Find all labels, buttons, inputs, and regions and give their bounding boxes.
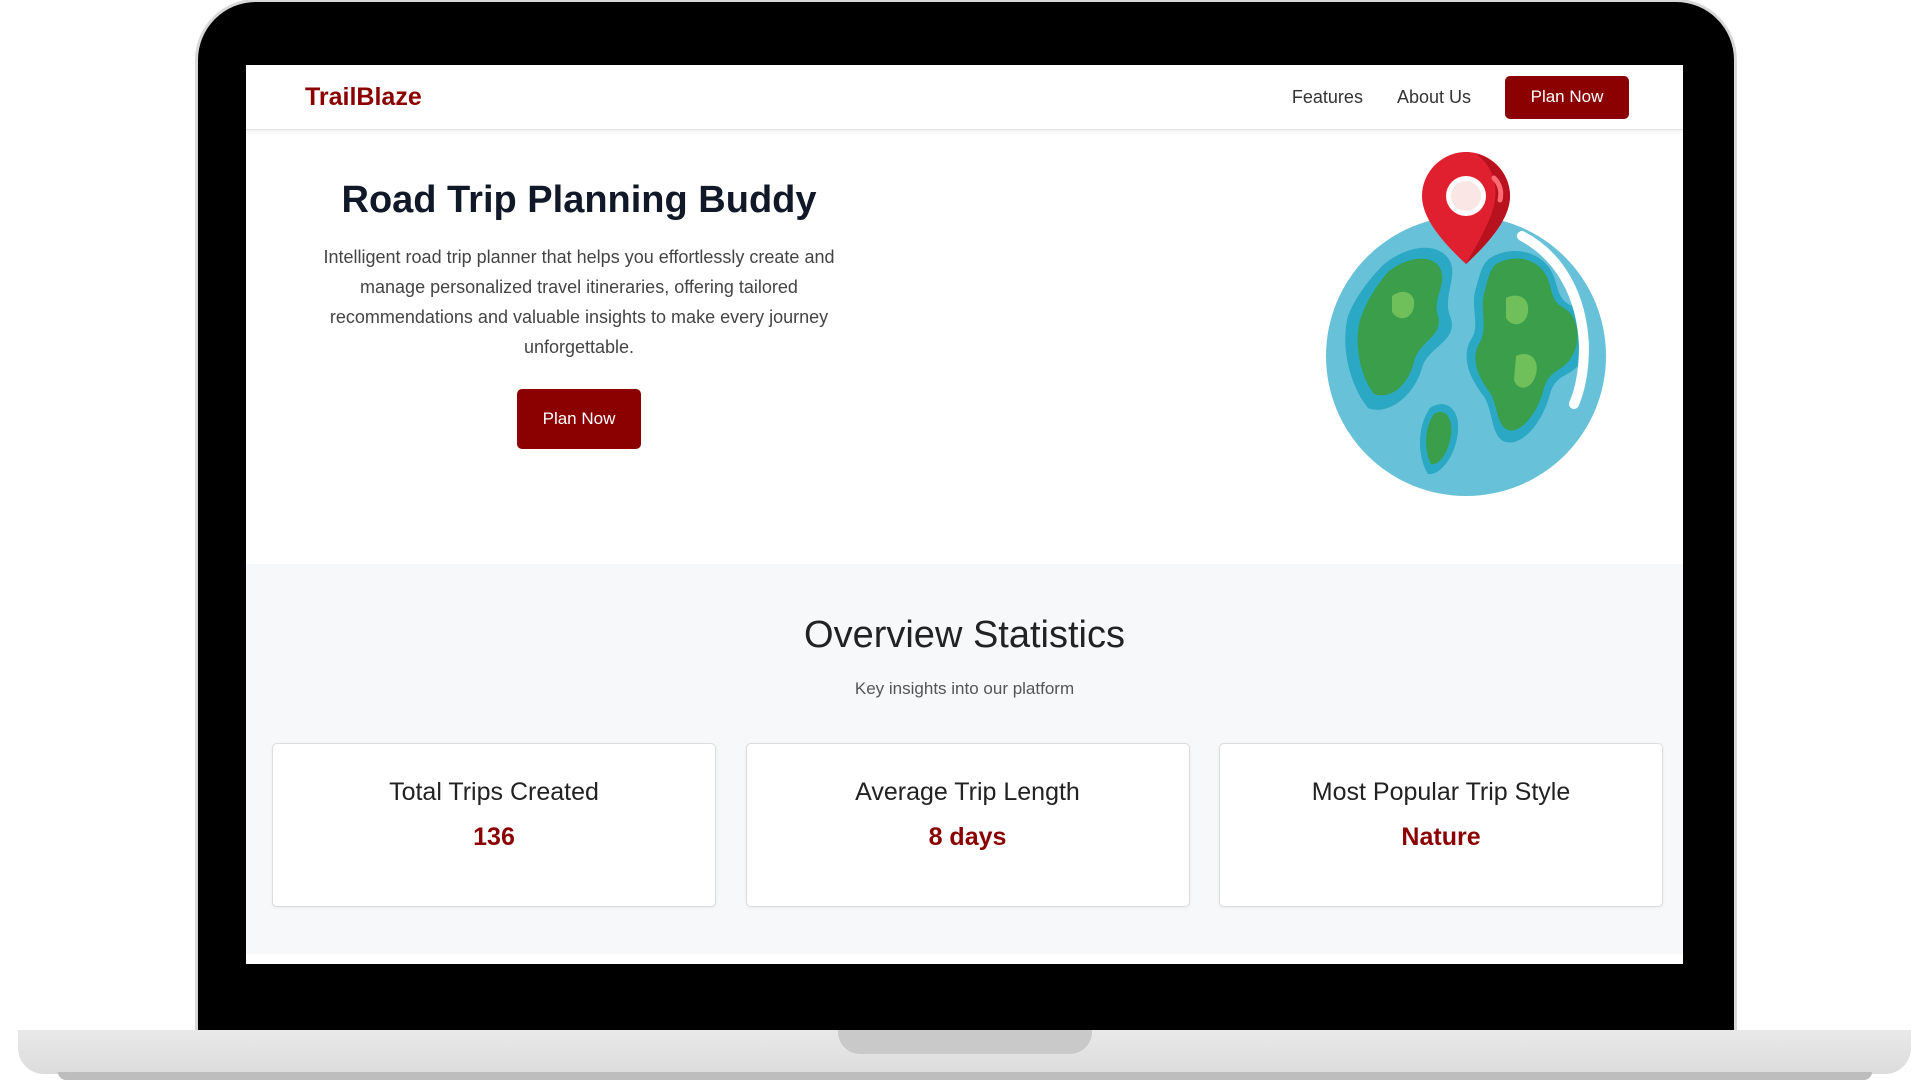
hero-plan-now-button[interactable]: Plan Now	[517, 389, 641, 449]
overview-statistics-section: Overview Statistics Key insights into ou…	[246, 564, 1683, 954]
brand-logo[interactable]: TrailBlaze	[305, 83, 422, 112]
stat-value: 8 days	[928, 823, 1007, 851]
stat-label: Total Trips Created	[389, 778, 599, 806]
stat-card-total-trips: Total Trips Created 136	[272, 743, 716, 907]
stat-label: Most Popular Trip Style	[1311, 778, 1571, 806]
globe-icon	[1326, 152, 1606, 496]
stat-value: Nature	[1401, 823, 1481, 851]
screen: TrailBlaze Features About Us Plan Now Ro…	[246, 65, 1683, 964]
nav-menu: Features About Us Plan Now	[1292, 75, 1629, 119]
navbar: TrailBlaze Features About Us Plan Now	[246, 65, 1683, 130]
stat-label: Average Trip Length	[855, 778, 1080, 806]
hero-title: Road Trip Planning Buddy	[341, 179, 817, 221]
stat-value: 136	[473, 823, 515, 851]
laptop-base-edge	[58, 1072, 1872, 1080]
hero-section: Road Trip Planning Buddy Intelligent roa…	[246, 130, 1683, 564]
laptop-notch	[838, 1030, 1092, 1054]
stat-card-average-trip-length: Average Trip Length 8 days	[745, 743, 1190, 907]
nav-plan-now-button[interactable]: Plan Now	[1505, 75, 1629, 119]
nav-link-about-us[interactable]: About Us	[1397, 87, 1471, 108]
stats-title: Overview Statistics	[804, 614, 1125, 656]
nav-link-features[interactable]: Features	[1292, 87, 1363, 108]
hero-description: Intelligent road trip planner that helps…	[323, 247, 835, 357]
hero-content: Road Trip Planning Buddy Intelligent roa…	[305, 130, 853, 449]
stats-cards: Total Trips Created 136 Average Trip Len…	[246, 743, 1683, 907]
globe-pin-illustration	[1310, 146, 1610, 496]
stats-subtitle: Key insights into our platform	[854, 679, 1075, 698]
stat-card-popular-trip-style: Most Popular Trip Style Nature	[1219, 743, 1663, 907]
